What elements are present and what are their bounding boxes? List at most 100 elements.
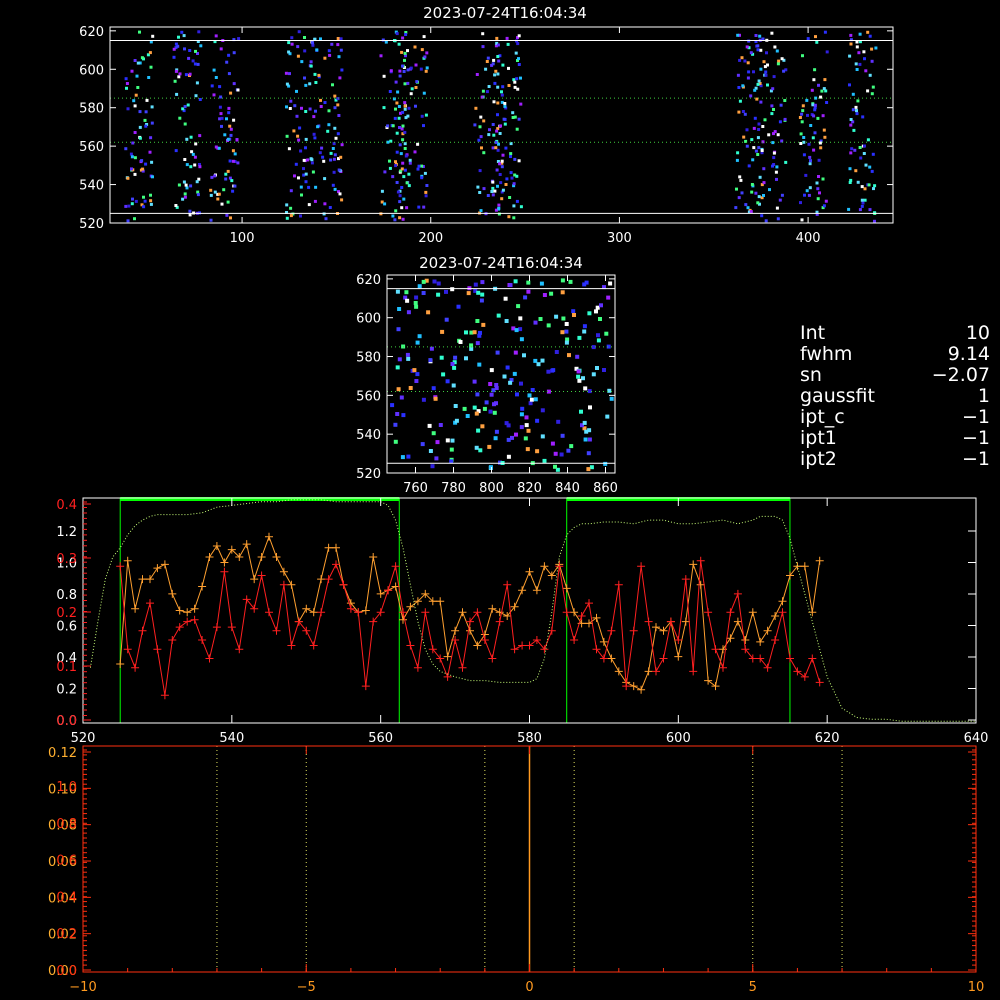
heatmap-pixel xyxy=(309,60,313,64)
heatmap-pixel xyxy=(399,152,403,156)
red-point xyxy=(212,623,221,632)
heatmap-pixel xyxy=(481,89,485,93)
heatmap-pixel xyxy=(504,319,509,323)
orange-point xyxy=(451,626,460,635)
heatmap-pixel xyxy=(289,189,293,193)
red-point xyxy=(190,615,199,624)
orange-point xyxy=(674,652,683,661)
heatmap-pixel xyxy=(236,88,240,92)
orange-point xyxy=(488,604,497,613)
info-value: 10 xyxy=(965,322,990,344)
heatmap-pixel xyxy=(528,401,533,406)
heatmap-pixel xyxy=(760,149,764,152)
heatmap-pixel xyxy=(474,106,478,110)
heatmap-pixel xyxy=(825,50,829,54)
orange-point xyxy=(361,606,370,615)
heatmap-pixel xyxy=(401,138,405,142)
heatmap-pixel xyxy=(183,122,187,126)
heatmap-pixel xyxy=(398,216,402,220)
heatmap-pixel xyxy=(864,69,868,73)
heatmap-pixel xyxy=(314,185,318,189)
heatmap-pixel xyxy=(771,164,774,168)
heatmap-pixel xyxy=(336,43,340,47)
heatmap-pixel xyxy=(524,415,529,420)
heatmap-pixel xyxy=(851,92,855,96)
orange-point xyxy=(406,602,415,611)
heatmap-pixel xyxy=(319,37,322,41)
red-point xyxy=(317,608,326,617)
orange-point xyxy=(250,575,259,584)
heatmap-pixel xyxy=(423,55,427,59)
heatmap-pixel xyxy=(763,118,767,122)
heatmap-pixel xyxy=(848,54,852,58)
heatmap-pixel xyxy=(397,307,402,311)
heatmap-pixel xyxy=(477,362,482,367)
heatmap-pixel xyxy=(297,30,301,34)
heatmap-pixel xyxy=(736,33,740,37)
heatmap-pixel xyxy=(771,141,775,145)
heatmap-pixel xyxy=(226,137,230,141)
heatmap-pixel xyxy=(752,70,755,74)
heatmap-pixel xyxy=(855,68,859,71)
heatmap-pixel xyxy=(478,191,482,194)
red-point xyxy=(570,636,579,644)
red-point xyxy=(287,641,296,650)
heatmap-pixel xyxy=(508,380,513,385)
heatmap-pixel xyxy=(554,314,559,319)
info-row: fwhm 9.14 xyxy=(800,344,990,365)
heatmap-pixel xyxy=(394,209,398,213)
red-point xyxy=(778,608,787,617)
heatmap-pixel xyxy=(482,151,486,155)
heatmap-pixel xyxy=(220,116,224,120)
heatmap-pixel xyxy=(564,322,569,326)
heatmap-pixel xyxy=(492,133,496,137)
heatmap-pixel xyxy=(818,141,822,145)
heatmap-pixel xyxy=(754,191,758,195)
heatmap-pixel xyxy=(560,290,565,295)
orange-point xyxy=(518,586,527,595)
red-point xyxy=(406,641,415,650)
heatmap-pixel xyxy=(764,70,768,74)
heatmap-pixel xyxy=(425,66,429,70)
heatmap-pixel xyxy=(868,73,872,77)
heatmap-pixel xyxy=(129,152,133,156)
heatmap-pixel xyxy=(515,199,519,203)
heatmap-pixel xyxy=(853,148,857,152)
heatmap-pixel xyxy=(560,330,565,335)
heatmap-pixel xyxy=(287,41,291,45)
red-point xyxy=(510,645,519,654)
heatmap-pixel xyxy=(386,124,390,128)
orange-point xyxy=(257,553,266,561)
heatmap-pixel xyxy=(406,356,411,361)
heatmap-pixel xyxy=(874,46,878,50)
heatmap-pixel xyxy=(225,60,229,64)
y-tick-label-red: 0.6 xyxy=(56,854,77,869)
heatmap-pixel xyxy=(577,378,582,383)
heatmap-pixel xyxy=(867,183,871,187)
heatmap-pixel xyxy=(866,89,870,93)
heatmap-pixel xyxy=(519,381,523,386)
heatmap-pixel xyxy=(292,129,296,133)
heatmap-pixel xyxy=(779,103,783,107)
heatmap-pixel xyxy=(232,118,236,122)
heatmap-pixel xyxy=(768,188,771,192)
heatmap-pixel xyxy=(323,202,327,206)
heatmap-pixel xyxy=(762,60,766,64)
heatmap-pixel xyxy=(174,204,178,207)
heatmap-pixel xyxy=(188,209,192,213)
heatmap-pixel xyxy=(493,73,497,77)
heatmap-pixel xyxy=(296,45,300,49)
heatmap-pixel xyxy=(406,454,411,459)
orange-point xyxy=(607,654,616,663)
heatmap-pixel xyxy=(182,34,186,38)
heatmap-pixel xyxy=(339,48,343,52)
heatmap-pixel xyxy=(520,406,525,411)
heatmap-pixel xyxy=(214,76,218,79)
heatmap-pixel xyxy=(492,58,496,62)
orange-point xyxy=(399,615,407,624)
heatmap-pixel xyxy=(509,155,512,158)
heatmap-pixel xyxy=(304,110,308,113)
heatmap-pixel xyxy=(220,124,223,128)
heatmap-pixel xyxy=(742,135,746,139)
heatmap-pixel xyxy=(227,72,231,76)
